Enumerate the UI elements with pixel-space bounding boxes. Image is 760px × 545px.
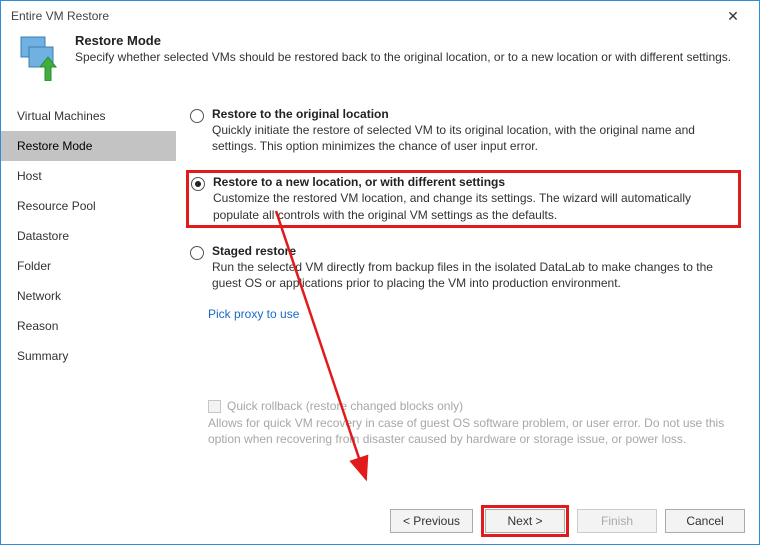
option-original-title: Restore to the original location — [212, 107, 737, 121]
previous-button[interactable]: < Previous — [390, 509, 473, 533]
quick-rollback-section: Quick rollback (restore changed blocks o… — [186, 399, 741, 447]
finish-button: Finish — [577, 509, 657, 533]
wizard-header-text: Restore Mode Specify whether selected VM… — [75, 33, 731, 64]
option-new-location[interactable]: Restore to a new location, or with diffe… — [186, 170, 741, 227]
sidebar-item-summary[interactable]: Summary — [1, 341, 176, 371]
page-title: Restore Mode — [75, 33, 731, 48]
page-subtitle: Specify whether selected VMs should be r… — [75, 50, 731, 64]
option-original-desc: Quickly initiate the restore of selected… — [212, 122, 737, 154]
window-title: Entire VM Restore — [11, 9, 715, 23]
wizard-window: Entire VM Restore ✕ Restore Mode Specify… — [0, 0, 760, 545]
pick-proxy-link[interactable]: Pick proxy to use — [208, 307, 741, 321]
quick-rollback-checkbox — [208, 400, 221, 413]
sidebar-item-reason[interactable]: Reason — [1, 311, 176, 341]
option-staged-desc: Run the selected VM directly from backup… — [212, 259, 737, 291]
quick-rollback-label: Quick rollback (restore changed blocks o… — [227, 399, 463, 413]
option-staged[interactable]: Staged restore Run the selected VM direc… — [186, 240, 741, 295]
sidebar-item-resource-pool[interactable]: Resource Pool — [1, 191, 176, 221]
sidebar-item-datastore[interactable]: Datastore — [1, 221, 176, 251]
sidebar: Virtual Machines Restore Mode Host Resou… — [1, 91, 176, 498]
wizard-footer: < Previous Next > Finish Cancel — [1, 498, 759, 544]
sidebar-item-virtual-machines[interactable]: Virtual Machines — [1, 101, 176, 131]
titlebar: Entire VM Restore ✕ — [1, 1, 759, 31]
wizard-header: Restore Mode Specify whether selected VM… — [1, 31, 759, 91]
next-button[interactable]: Next > — [485, 509, 565, 533]
sidebar-item-folder[interactable]: Folder — [1, 251, 176, 281]
restore-vm-icon — [15, 33, 63, 81]
radio-original[interactable] — [190, 109, 204, 123]
option-new-location-title: Restore to a new location, or with diffe… — [213, 175, 736, 189]
wizard-body: Virtual Machines Restore Mode Host Resou… — [1, 91, 759, 498]
sidebar-item-restore-mode[interactable]: Restore Mode — [1, 131, 176, 161]
quick-rollback-desc: Allows for quick VM recovery in case of … — [208, 415, 741, 447]
close-icon[interactable]: ✕ — [715, 2, 751, 30]
sidebar-item-host[interactable]: Host — [1, 161, 176, 191]
sidebar-item-network[interactable]: Network — [1, 281, 176, 311]
content-panel: Restore to the original location Quickly… — [176, 91, 759, 498]
cancel-button[interactable]: Cancel — [665, 509, 745, 533]
option-new-location-desc: Customize the restored VM location, and … — [213, 190, 736, 222]
option-staged-title: Staged restore — [212, 244, 737, 258]
radio-new-location[interactable] — [191, 177, 205, 191]
radio-staged[interactable] — [190, 246, 204, 260]
option-original[interactable]: Restore to the original location Quickly… — [186, 103, 741, 158]
